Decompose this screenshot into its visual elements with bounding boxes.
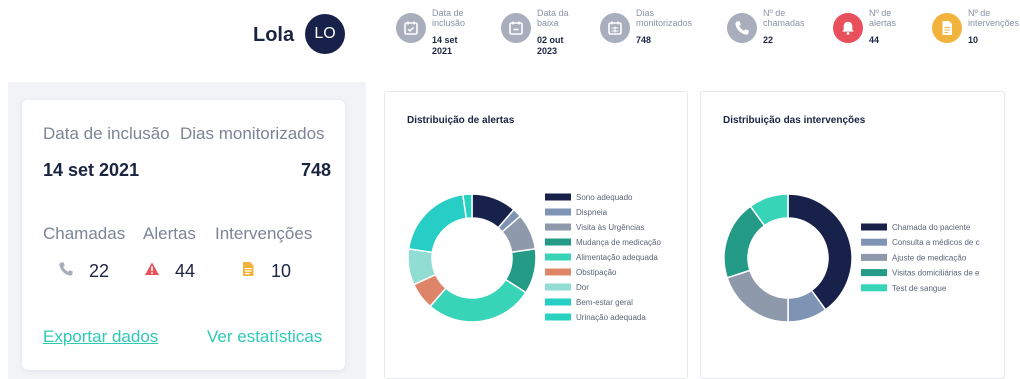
header-bar: Lola LO Data de inclusão 14 set 2021 Data da… <box>0 0 1020 75</box>
legend-swatch <box>545 298 571 306</box>
legend-label: Bem-estar geral <box>576 298 633 307</box>
stat-value: 14 set 2021 <box>432 35 458 56</box>
summary-card: Data de inclusão Dias monitorizados 14 s… <box>22 100 345 370</box>
legend-swatch <box>861 253 887 261</box>
legend-label: Dispneia <box>576 208 608 217</box>
stat-value: 748 <box>636 35 652 45</box>
stat-label: Dias monitorizados <box>636 8 693 28</box>
donut-slice[interactable] <box>726 269 789 323</box>
interventions-chart-card: Distribuição das intervenções Chamada do… <box>700 91 1005 379</box>
document-icon <box>932 13 962 43</box>
legend-label: Consulta a médicos de c <box>892 238 980 247</box>
document-icon <box>243 262 254 276</box>
stat-value: 10 <box>968 35 979 45</box>
legend-swatch <box>545 268 571 276</box>
legend-label: Mudança de medicação <box>576 238 661 247</box>
legend-label: Chamada do paciente <box>892 223 971 232</box>
legend-swatch <box>545 313 571 321</box>
calendar-grid-icon <box>600 13 630 43</box>
alerts-donut-chart: Sono adequado Dispneia Visita às Urgências… <box>407 193 661 323</box>
calendar-minus-icon <box>501 13 531 43</box>
legend-label: Visita às Urgências <box>576 223 644 232</box>
inclusion-label: Data de inclusão <box>43 124 170 143</box>
days-label: Dias monitorizados <box>180 124 325 143</box>
interventions-value: 10 <box>271 261 292 281</box>
interventions-label: Intervenções <box>215 224 313 243</box>
legend-label: Obstipação <box>576 268 617 277</box>
legend-swatch <box>545 238 571 246</box>
legend-swatch <box>861 238 887 246</box>
phone-icon <box>59 262 73 276</box>
alert-triangle-icon <box>145 262 159 275</box>
days-value: 748 <box>300 160 331 180</box>
patient-name: Lola <box>253 24 295 46</box>
alerts-value: 44 <box>175 261 196 281</box>
legend-swatch <box>545 193 571 201</box>
legend-swatch <box>545 253 571 261</box>
legend-label: Visitas domiciliárias de e <box>892 269 980 278</box>
legend-label: Ajuste de medicação <box>892 253 967 262</box>
legend-label: Urinação adequada <box>576 313 646 322</box>
alerts-chart-card: Distribuição de alertas Sono adequado Dis… <box>384 91 688 379</box>
legend-label: Dor <box>576 283 589 292</box>
donut-slice[interactable] <box>787 193 853 311</box>
legend-label: Alimentação adequada <box>576 253 658 262</box>
phone-icon <box>727 13 757 43</box>
calendar-check-icon <box>396 13 426 43</box>
legend-label: Test de sangue <box>892 284 947 293</box>
stat-value: 44 <box>869 35 880 45</box>
calls-value: 22 <box>89 261 110 281</box>
alerts-label: Alertas <box>143 224 196 243</box>
legend-swatch <box>861 223 887 231</box>
legend-swatch <box>545 223 571 231</box>
bell-icon <box>833 13 863 43</box>
stat-label: Nº de intervenções <box>968 8 1020 28</box>
stat-label: Data de inclusão <box>432 8 466 28</box>
legend-swatch <box>545 283 571 291</box>
export-data-link[interactable]: Exportar dados <box>43 327 158 347</box>
legend-label: Sono adequado <box>576 193 633 202</box>
donut-slice[interactable] <box>407 193 468 254</box>
inclusion-value: 14 set 2021 <box>43 160 140 180</box>
stat-value: 22 <box>763 35 774 45</box>
legend-swatch <box>861 269 887 277</box>
avatar[interactable]: LO <box>305 14 345 54</box>
interventions-donut-chart: Chamada do paciente Consulta a médicos de… <box>723 193 980 323</box>
calls-label: Chamadas <box>43 224 126 243</box>
stat-label: Nº de chamadas <box>763 8 805 28</box>
legend-swatch <box>545 208 571 216</box>
view-statistics-link[interactable]: Ver estatísticas <box>207 327 322 347</box>
stat-value: 02 out 2023 <box>537 35 564 56</box>
legend-swatch <box>861 284 887 292</box>
